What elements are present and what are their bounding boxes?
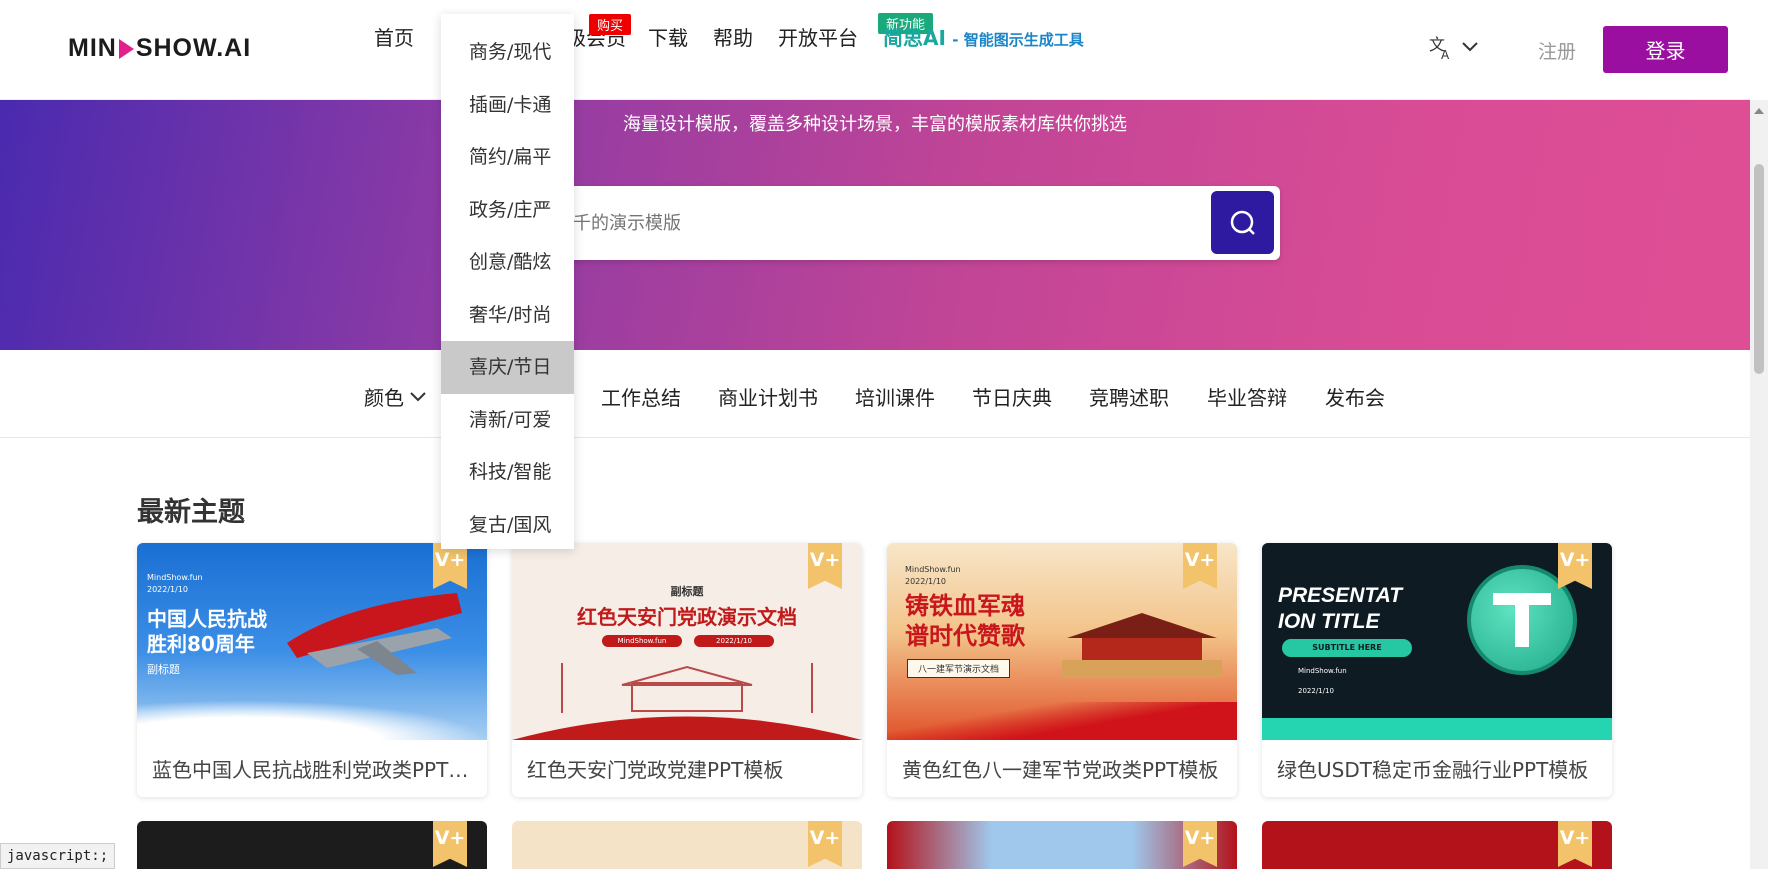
category-business-plan[interactable]: 商业计划书 — [718, 382, 818, 411]
category-graduation[interactable]: 毕业答辩 — [1207, 382, 1287, 411]
category-work-summary[interactable]: 工作总结 — [601, 382, 681, 411]
mindshow-logo[interactable]: MIN SHOW.AI — [68, 34, 251, 63]
jiansi-sub-label: - 智能图示生成工具 — [952, 30, 1084, 49]
thumb-date: 2022/1/10 — [1298, 687, 1334, 695]
template-card[interactable]: PRESENTAT ION TITLE SUBTITLE HERE MindSh… — [1262, 543, 1612, 797]
dropdown-item[interactable]: 复古/国风 — [441, 499, 574, 552]
thumb-subtitle: 副标题 — [147, 663, 180, 676]
vip-tag: V+ — [1558, 543, 1592, 589]
thumb-title: 红色天安门党政演示文档 — [577, 605, 797, 629]
top-header: MIN SHOW.AI 首页 级会员 购买 下载 帮助 开放平台 新功能 简思A… — [0, 0, 1750, 100]
nav-home[interactable]: 首页 — [374, 22, 414, 51]
thumb-title: 铸铁血军魂 谱时代赞歌 — [905, 592, 1025, 650]
login-button[interactable]: 登录 — [1603, 26, 1728, 73]
buy-badge: 购买 — [589, 14, 632, 35]
template-thumbnail: MindShow.fun 2022/1/10 铸铁血军魂 谱时代赞歌 八一建军节… — [887, 543, 1237, 740]
category-bar: 颜色 工作总结 商业计划书 培训课件 节日庆典 竞聘述职 毕业答辩 发布会 — [0, 350, 1750, 438]
translate-icon: 文 A — [1429, 35, 1450, 60]
language-switcher[interactable]: 文 A — [1428, 34, 1478, 60]
search-box — [535, 186, 1280, 260]
template-card[interactable]: MindShow.fun 2022/1/10 中国人民抗战 胜利80周年 副标题… — [137, 543, 487, 797]
dropdown-item[interactable]: 插画/卡通 — [441, 79, 574, 132]
clouds — [137, 700, 487, 740]
vip-tag: V+ — [808, 821, 842, 867]
jet-illustration — [287, 593, 462, 675]
nav-open-platform[interactable]: 开放平台 — [778, 22, 858, 51]
logo-text-right: SHOW.AI — [135, 34, 252, 62]
vip-tag: V+ — [433, 821, 467, 867]
page: MIN SHOW.AI 首页 级会员 购买 下载 帮助 开放平台 新功能 简思A… — [0, 0, 1768, 869]
template-thumbnail: 副标题 红色天安门党政演示文档 MindShow.fun 2022/1/10 V… — [512, 543, 862, 740]
vip-tag: V+ — [1558, 821, 1592, 867]
teal-strip — [1262, 718, 1612, 740]
dropdown-item[interactable]: 科技/智能 — [441, 446, 574, 499]
color-filter-label: 颜色 — [364, 386, 404, 410]
nav-jiansi-ai[interactable]: 简思AI - 智能图示生成工具 — [883, 22, 1084, 51]
dropdown-item[interactable]: 奢华/时尚 — [441, 289, 574, 342]
thumb-subtitle: 八一建军节演示文档 — [907, 659, 1011, 678]
search-icon — [1230, 210, 1255, 235]
template-caption: 绿色USDT稳定币金融行业PPT模板 — [1277, 758, 1589, 782]
thumb-brand: MindShow.fun — [602, 635, 682, 647]
thumb-brand: MindShow.fun — [905, 565, 961, 574]
register-link[interactable]: 注册 — [1538, 37, 1576, 64]
search-button[interactable] — [1211, 191, 1274, 254]
template-caption: 蓝色中国人民抗战胜利党政类PPT模板 — [152, 758, 487, 782]
thumb-subtitle: SUBTITLE HERE — [1282, 639, 1412, 657]
template-card[interactable]: 副标题 红色天安门党政演示文档 MindShow.fun 2022/1/10 V… — [512, 543, 862, 797]
thumb-brand: MindShow.fun — [147, 573, 203, 582]
logo-text-left: MIN — [68, 34, 117, 62]
vip-tag: V+ — [1183, 543, 1217, 589]
play-icon — [118, 38, 134, 59]
category-training[interactable]: 培训课件 — [855, 382, 935, 411]
category-competition[interactable]: 竞聘述职 — [1089, 382, 1169, 411]
dropdown-item[interactable]: 政务/庄严 — [441, 184, 574, 237]
style-dropdown-menu: 商务/现代 插画/卡通 简约/扁平 政务/庄严 创意/酷炫 奢华/时尚 喜庆/节… — [441, 14, 574, 549]
thumb-title: 中国人民抗战 胜利80周年 — [147, 607, 267, 656]
scroll-thumb[interactable] — [1754, 164, 1764, 374]
browser-status-bar: javascript:; — [0, 843, 116, 869]
dropdown-item[interactable]: 简约/扁平 — [441, 131, 574, 184]
thumb-date: 2022/1/10 — [147, 585, 189, 594]
hero-banner: 海量设计模版，覆盖多种设计场景，丰富的模版素材库供你挑选 — [0, 100, 1750, 350]
template-card-partial[interactable]: V+ — [137, 821, 487, 869]
template-card-partial[interactable]: V+ — [887, 821, 1237, 869]
tiananmen-illustration — [512, 663, 862, 740]
search-input[interactable] — [555, 186, 1195, 260]
template-card-partial[interactable]: V+ — [512, 821, 862, 869]
thumb-brand: MindShow.fun — [1298, 667, 1347, 675]
template-card[interactable]: MindShow.fun 2022/1/10 铸铁血军魂 谱时代赞歌 八一建军节… — [887, 543, 1237, 797]
thumb-title: PRESENTAT ION TITLE — [1278, 584, 1403, 633]
vertical-scrollbar[interactable] — [1750, 100, 1768, 869]
color-filter[interactable]: 颜色 — [364, 382, 426, 411]
chevron-down-icon — [1462, 42, 1478, 52]
dropdown-item[interactable]: 创意/酷炫 — [441, 236, 574, 289]
nav-download[interactable]: 下载 — [648, 22, 688, 51]
svg-text:A: A — [1441, 48, 1450, 60]
scroll-up-arrow-icon[interactable] — [1754, 108, 1764, 114]
chevron-down-icon — [410, 391, 426, 401]
template-thumbnail: MindShow.fun 2022/1/10 中国人民抗战 胜利80周年 副标题… — [137, 543, 487, 740]
vip-tag: V+ — [1183, 821, 1217, 867]
dropdown-item-active[interactable]: 喜庆/节日 — [441, 341, 574, 394]
thumb-date: 2022/1/10 — [694, 635, 774, 647]
dropdown-item[interactable]: 商务/现代 — [441, 26, 574, 79]
dropdown-item[interactable]: 清新/可爱 — [441, 394, 574, 447]
banner-subtitle: 海量设计模版，覆盖多种设计场景，丰富的模版素材库供你挑选 — [623, 114, 1127, 135]
template-caption: 红色天安门党政党建PPT模板 — [527, 758, 784, 782]
red-ribbon — [887, 702, 1237, 740]
thumb-date: 2022/1/10 — [905, 577, 947, 586]
template-card-partial[interactable]: V+ — [1262, 821, 1612, 869]
template-caption: 黄色红色八一建军节党政类PPT模板 — [902, 758, 1219, 782]
jiansi-label: 简思AI — [883, 25, 946, 50]
section-title: 最新主题 — [137, 497, 245, 528]
template-thumbnail: PRESENTAT ION TITLE SUBTITLE HERE MindSh… — [1262, 543, 1612, 740]
category-launch[interactable]: 发布会 — [1325, 382, 1385, 411]
palace-illustration — [1062, 613, 1222, 678]
nav-help[interactable]: 帮助 — [713, 22, 753, 51]
category-festival[interactable]: 节日庆典 — [972, 382, 1052, 411]
